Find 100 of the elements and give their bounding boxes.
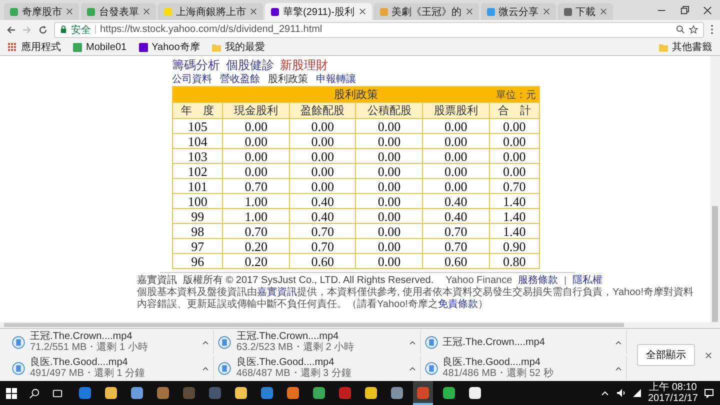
close-icon[interactable] — [250, 8, 257, 15]
vertical-scrollbar[interactable] — [710, 56, 720, 322]
search-icon[interactable] — [29, 388, 40, 398]
browser-tab[interactable]: 微云分享 — [480, 3, 556, 20]
table-cell: 0.00 — [222, 134, 290, 148]
file-icon — [218, 362, 232, 374]
lock-icon — [60, 25, 67, 34]
file-name: 良医.The.Good....mp4 — [236, 357, 336, 368]
caret-icon[interactable] — [614, 340, 622, 344]
table-cell: 0.00 — [422, 118, 490, 134]
heading-link[interactable]: 新股理財 — [280, 57, 328, 72]
file-name: 王冠.The.Crown....mp4 — [30, 331, 132, 342]
close-icon[interactable] — [703, 6, 712, 14]
table-cell: 0.70 — [222, 178, 290, 194]
download-item[interactable]: 良医.The.Good....mp4 468/487 MB・還剩 3 分鐘 — [214, 356, 421, 380]
table-cell: 105 — [172, 118, 223, 134]
file-icon — [424, 336, 438, 348]
menu-icon[interactable] — [710, 24, 714, 35]
other-bookmarks[interactable]: 其他書籤 — [659, 40, 712, 54]
close-icon[interactable] — [542, 8, 550, 15]
close-icon[interactable] — [358, 8, 366, 15]
horizontal-scrollbar[interactable] — [0, 322, 720, 328]
browser-tab[interactable]: 奇摩股市 — [4, 3, 79, 20]
scroll-thumb[interactable] — [712, 206, 718, 322]
download-item[interactable]: 王冠.The.Crown....mp4 63.2/523 MB・還剩 2 小時 — [214, 330, 421, 354]
scroll-thumb[interactable] — [4, 323, 624, 327]
browser-tab[interactable]: 下載 — [558, 3, 612, 20]
column-header: 年 度 — [172, 102, 223, 118]
heading-link[interactable]: 個股健診 — [226, 57, 274, 72]
download-progress-text: 63.2/523 MB・還剩 2 小時 — [236, 342, 356, 353]
caret-icon[interactable] — [408, 340, 416, 344]
table-cell: 0.00 — [222, 118, 290, 134]
table-cell: 0.00 — [289, 178, 356, 194]
browser-tab[interactable]: 上海商銀將上市 — [158, 3, 263, 20]
file-name: 王冠.The.Crown....mp4 — [442, 336, 546, 348]
table-cell: 1.40 — [489, 224, 540, 238]
table-cell: 102 — [172, 164, 223, 178]
download-item[interactable]: 王冠.The.Crown....mp4 71.2/551 MB・還剩 1 小時 — [8, 330, 214, 354]
address-bar[interactable]: 安全 https://tw.stock.yahoo.com/d/s/dividend_2911.html — [54, 22, 704, 38]
table-title: 股利政策 — [334, 88, 378, 102]
section-link[interactable]: 股利政策 — [268, 72, 308, 86]
speaker-icon[interactable] — [616, 388, 626, 398]
caret-icon[interactable] — [614, 366, 622, 370]
close-icon[interactable] — [600, 8, 606, 15]
table-cell: 0.70 — [289, 224, 356, 238]
bookmark[interactable]: Mobile01 — [73, 42, 127, 52]
footer-link[interactable]: 服務條款 — [518, 273, 558, 287]
table-cell: 98 — [172, 224, 223, 238]
disclaimer-link[interactable]: 免責條款 — [438, 299, 478, 310]
close-icon[interactable] — [66, 8, 73, 15]
table-cell: 0.00 — [489, 148, 540, 164]
table-cell: 0.00 — [422, 178, 490, 194]
clock[interactable]: 上午 08:10 2017/12/17 — [648, 382, 698, 404]
site-icon — [73, 42, 82, 52]
table-cell: 0.00 — [489, 118, 540, 134]
close-icon[interactable] — [143, 8, 150, 15]
browser-tab[interactable]: 美劇《王冠》的 — [374, 3, 478, 20]
notification-icon[interactable] — [704, 388, 714, 398]
caret-icon[interactable] — [408, 366, 416, 370]
section-link[interactable]: 營收盈餘 — [220, 72, 260, 86]
file-name: 王冠.The.Crown....mp4 — [236, 331, 339, 342]
restore-icon[interactable] — [680, 6, 689, 14]
table-cell: 0.00 — [356, 134, 423, 148]
windows-logo-icon[interactable] — [6, 388, 17, 398]
download-item[interactable]: 王冠.The.Crown....mp4 — [420, 330, 627, 354]
task-view-icon[interactable] — [52, 388, 63, 398]
disclaimer-link[interactable]: 嘉實資訊 — [257, 287, 297, 298]
close-icon[interactable] — [466, 8, 472, 15]
back-arrow-icon[interactable] — [6, 24, 16, 34]
file-icon — [424, 362, 438, 374]
table-cell: 0.00 — [489, 164, 540, 178]
unit-label: 單位：元 — [496, 88, 536, 102]
zoom-icon[interactable] — [676, 25, 685, 34]
download-item[interactable]: 良医.The.Good....mp4 491/497 MB・還剩 1 分鐘 — [8, 356, 214, 380]
column-header: 盈餘配股 — [289, 102, 356, 118]
column-header: 股票股利 — [422, 102, 490, 118]
table-cell: 0.70 — [422, 238, 490, 254]
table-cell: 101 — [172, 178, 223, 194]
bookmark[interactable]: 我的最愛 — [212, 40, 265, 54]
site-icon — [138, 42, 148, 52]
browser-tab[interactable]: 華擎(2911)-股利 — [265, 3, 372, 20]
caret-icon[interactable] — [202, 340, 210, 344]
browser-tab[interactable]: 台發表單 — [81, 3, 156, 20]
network-icon[interactable] — [632, 388, 642, 398]
close-icon[interactable] — [705, 352, 712, 358]
table-cell: 0.00 — [222, 148, 290, 164]
bookmark[interactable]: 應用程式 — [8, 40, 61, 54]
show-all-button[interactable]: 全部顯示 — [637, 344, 695, 366]
star-icon[interactable] — [689, 25, 698, 34]
caret-icon[interactable] — [202, 366, 210, 370]
reload-icon[interactable] — [38, 24, 48, 34]
section-link[interactable]: 公司資料 — [172, 72, 212, 86]
footer-link[interactable]: 隱私權 — [572, 273, 602, 287]
heading-link[interactable]: 籌碼分析 — [172, 57, 220, 72]
table-cell: 1.00 — [222, 208, 290, 224]
download-item[interactable]: 良医.The.Good....mp4 481/486 MB・還剩 52 秒 — [420, 356, 627, 380]
table-cell: 0.00 — [356, 194, 423, 208]
table-cell: 0.00 — [356, 208, 423, 224]
section-link[interactable]: 申報轉讓 — [316, 72, 356, 86]
bookmark[interactable]: Yahoo奇摩 — [138, 40, 200, 54]
